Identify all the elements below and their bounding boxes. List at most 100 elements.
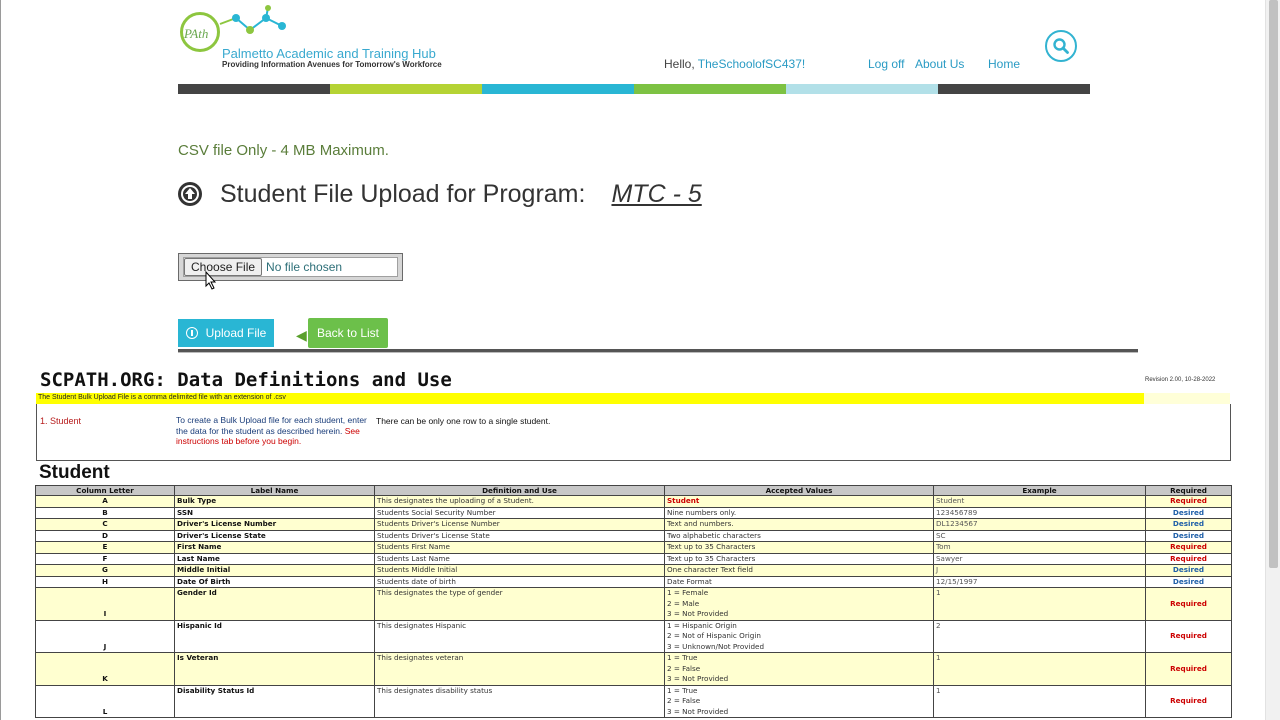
definition-cell: Students date of birth — [374, 575, 665, 588]
required-cell: Required — [1145, 541, 1232, 554]
accepted-values-cell: Text up to 35 Characters — [664, 541, 934, 554]
column-letter-cell: A — [35, 495, 175, 508]
required-cell: Desired — [1145, 564, 1232, 577]
definition-cell: This designates Hispanic — [374, 619, 665, 653]
logo-title: Palmetto Academic and Training Hub — [222, 46, 436, 61]
required-cell: Desired — [1145, 506, 1232, 519]
accepted-value: Text up to 35 Characters — [667, 542, 756, 551]
example-cell: Student — [933, 495, 1146, 508]
label-name-cell: First Name — [174, 541, 375, 554]
accepted-value: Date Format — [667, 576, 712, 586]
accepted-value: 3 = Not Provided — [667, 706, 729, 716]
student-desc-text: To create a Bulk Upload file for each st… — [176, 415, 367, 436]
column-header: Required — [1145, 485, 1232, 496]
table-row: G Middle Initial Students Middle Initial On… — [35, 564, 1232, 577]
table-row: C Driver's License Number Students Driver'… — [35, 518, 1232, 531]
table-row: A Bulk Type This designates the uploading … — [35, 495, 1232, 508]
column-letter-cell: H — [35, 575, 175, 588]
search-button[interactable] — [1045, 30, 1077, 62]
upload-arrow-icon — [178, 182, 202, 206]
color-bar-segment — [938, 84, 1090, 94]
label-name-cell: Disability Status Id — [174, 684, 375, 718]
required-cell: Desired — [1145, 518, 1232, 531]
definition-cell: Students Last Name — [374, 552, 665, 565]
site-logo[interactable]: PAth Palmetto Academic and Training Hub … — [178, 4, 443, 74]
mouse-cursor-icon — [205, 271, 217, 290]
label-name-cell: Is Veteran — [174, 652, 375, 686]
table-row: F Last Name Students Last Name Text up to 3… — [35, 552, 1232, 565]
accepted-values-cell: 1 = Hispanic Origin 2 = Not of Hispanic O… — [664, 619, 934, 653]
accepted-value: 1 = True — [667, 653, 698, 662]
accepted-value: 2 = Not of Hispanic Origin — [667, 631, 761, 640]
revision-label: Revision 2.00, 10-28-2022 — [1145, 377, 1216, 383]
accepted-value: 3 = Not Provided — [667, 674, 729, 683]
accepted-value: 1 = Female — [667, 588, 709, 597]
definitions-table: Column Letter Label Name Definition and … — [35, 485, 1232, 718]
label-name-cell: Hispanic Id — [174, 619, 375, 653]
example-cell: SC — [933, 529, 1146, 542]
accepted-values-cell: Date Format — [664, 575, 934, 588]
table-row: E First Name Students First Name Text up to… — [35, 541, 1232, 554]
upload-file-button[interactable]: Upload File — [178, 319, 274, 347]
accepted-value: Nine numbers only. — [667, 507, 737, 517]
greeting-text: Hello, — [664, 57, 698, 71]
definition-cell: Students Middle Initial — [374, 564, 665, 577]
username: TheSchoolofSC437! — [697, 57, 806, 71]
accepted-values-cell: Nine numbers only. — [664, 506, 934, 519]
table-row: D Driver's License State Students Driver's… — [35, 529, 1232, 542]
example-cell: Sawyer — [933, 552, 1146, 565]
back-to-list-button[interactable]: Back to List — [308, 318, 388, 348]
table-body: A Bulk Type This designates the uploading … — [35, 495, 1232, 718]
color-bar-segment — [634, 84, 786, 94]
column-letter-cell: I — [35, 587, 175, 621]
home-link[interactable]: Home — [988, 57, 1020, 71]
definition-cell: Students Social Security Number — [374, 506, 665, 519]
student-note: There can be only one row to a single st… — [376, 416, 551, 426]
student-description: To create a Bulk Upload file for each st… — [176, 415, 376, 447]
color-bar-segment — [786, 84, 938, 94]
banner-text: The Student Bulk Upload File is a comma … — [38, 394, 286, 401]
column-letter-cell: C — [35, 518, 175, 531]
definition-cell: Students Driver's License State — [374, 529, 665, 542]
required-cell: Required — [1145, 684, 1232, 718]
student-link[interactable]: 1. Student — [40, 416, 81, 426]
table-header-row: Column Letter Label Name Definition and … — [35, 485, 1232, 496]
accepted-value: One character Text field — [667, 565, 753, 574]
table-row: H Date Of Birth Students date of birth Date… — [35, 575, 1232, 588]
page-edge — [0, 0, 1, 720]
label-name-cell: Middle Initial — [174, 564, 375, 577]
column-letter-cell: J — [35, 619, 175, 653]
table-row: K Is Veteran This designates veteran 1 = Tr… — [35, 652, 1232, 686]
column-letter-cell: B — [35, 506, 175, 519]
header-color-bar — [178, 84, 1090, 94]
file-status: No file chosen — [266, 260, 343, 274]
column-letter-cell: L — [35, 684, 175, 718]
column-header: Column Letter — [35, 485, 175, 496]
csv-note: CSV file Only - 4 MB Maximum. — [178, 142, 389, 159]
sheet-title: SCPATH.ORG: Data Definitions and Use — [40, 369, 452, 391]
sheet-rule — [36, 460, 1231, 461]
search-icon — [1053, 38, 1069, 54]
molecule-logo-icon — [219, 5, 286, 34]
accepted-value: 1 = True — [667, 685, 698, 695]
about-us-link[interactable]: About Us — [915, 57, 964, 71]
example-cell: 12/15/1997 — [933, 575, 1146, 588]
color-bar-segment — [482, 84, 634, 94]
back-arrow-icon: ◀ — [296, 327, 307, 343]
program-name: MTC - 5 — [611, 179, 702, 208]
choose-file-button[interactable]: Choose File — [184, 258, 263, 276]
scrollbar[interactable] — [1265, 0, 1280, 720]
logoff-link[interactable]: Log off — [868, 57, 904, 71]
accepted-value: 2 = Male — [667, 598, 700, 608]
color-bar-segment — [330, 84, 482, 94]
required-cell: Desired — [1145, 575, 1232, 588]
accepted-value: 3 = Unknown/Not Provided — [667, 641, 765, 651]
accepted-values-cell: 1 = Female 2 = Male 3 = Not Provided — [664, 587, 934, 621]
table-row: J Hispanic Id This designates Hispanic 1 = … — [35, 619, 1232, 653]
example-cell: 1 — [933, 684, 1146, 718]
accepted-values-cell: 1 = True 2 = False 3 = Not Provided — [664, 652, 934, 686]
scrollbar-thumb[interactable] — [1269, 0, 1278, 568]
example-cell: 1 — [933, 652, 1146, 686]
accepted-value: Student — [667, 496, 700, 505]
accepted-value: 2 = False — [667, 696, 701, 705]
